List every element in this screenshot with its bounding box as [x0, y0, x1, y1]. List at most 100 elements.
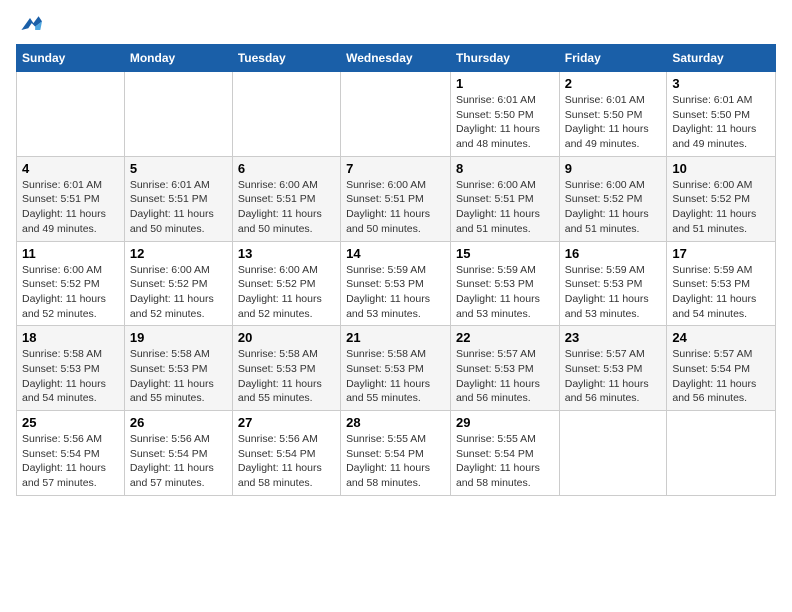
- day-number: 19: [130, 330, 227, 345]
- day-number: 5: [130, 161, 227, 176]
- day-number: 2: [565, 76, 662, 91]
- day-info: Sunrise: 6:01 AM Sunset: 5:50 PM Dayligh…: [565, 93, 662, 152]
- calendar-cell: [559, 411, 667, 496]
- day-number: 26: [130, 415, 227, 430]
- day-info: Sunrise: 5:59 AM Sunset: 5:53 PM Dayligh…: [672, 263, 770, 322]
- top-bar: [16, 16, 776, 36]
- calendar-cell: 29 Sunrise: 5:55 AM Sunset: 5:54 PM Dayli…: [450, 411, 559, 496]
- day-info: Sunrise: 5:57 AM Sunset: 5:53 PM Dayligh…: [565, 347, 662, 406]
- day-number: 28: [346, 415, 445, 430]
- day-info: Sunrise: 6:00 AM Sunset: 5:52 PM Dayligh…: [22, 263, 119, 322]
- day-number: 17: [672, 246, 770, 261]
- calendar-week-row: 11 Sunrise: 6:00 AM Sunset: 5:52 PM Dayli…: [17, 241, 776, 326]
- calendar-cell: 14 Sunrise: 5:59 AM Sunset: 5:53 PM Dayli…: [341, 241, 451, 326]
- calendar-cell: 3Sunrise: 6:01 AM Sunset: 5:50 PM Daylig…: [667, 72, 776, 157]
- day-number: 4: [22, 161, 119, 176]
- calendar-cell: 22Sunrise: 5:57 AM Sunset: 5:53 PM Dayli…: [450, 326, 559, 411]
- calendar-week-row: 25 Sunrise: 5:56 AM Sunset: 5:54 PM Dayli…: [17, 411, 776, 496]
- day-info: Sunrise: 5:56 AM Sunset: 5:54 PM Dayligh…: [130, 432, 227, 491]
- calendar-table: SundayMondayTuesdayWednesdayThursdayFrid…: [16, 44, 776, 496]
- day-info: Sunrise: 6:00 AM Sunset: 5:51 PM Dayligh…: [238, 178, 335, 237]
- day-number: 7: [346, 161, 445, 176]
- day-number: 9: [565, 161, 662, 176]
- calendar-cell: 10 Sunrise: 6:00 AM Sunset: 5:52 PM Dayli…: [667, 156, 776, 241]
- calendar-cell: 26 Sunrise: 5:56 AM Sunset: 5:54 PM Dayli…: [124, 411, 232, 496]
- day-number: 15: [456, 246, 554, 261]
- calendar-cell: 12 Sunrise: 6:00 AM Sunset: 5:52 PM Dayli…: [124, 241, 232, 326]
- column-header-monday: Monday: [124, 45, 232, 72]
- calendar-cell: 4 Sunrise: 6:01 AM Sunset: 5:51 PM Daylig…: [17, 156, 125, 241]
- column-header-wednesday: Wednesday: [341, 45, 451, 72]
- day-number: 29: [456, 415, 554, 430]
- day-info: Sunrise: 6:00 AM Sunset: 5:52 PM Dayligh…: [238, 263, 335, 322]
- day-info: Sunrise: 5:56 AM Sunset: 5:54 PM Dayligh…: [238, 432, 335, 491]
- calendar-cell: 5 Sunrise: 6:01 AM Sunset: 5:51 PM Daylig…: [124, 156, 232, 241]
- day-number: 11: [22, 246, 119, 261]
- calendar-cell: 2 Sunrise: 6:01 AM Sunset: 5:50 PM Daylig…: [559, 72, 667, 157]
- day-number: 21: [346, 330, 445, 345]
- calendar-cell: [341, 72, 451, 157]
- day-info: Sunrise: 5:57 AM Sunset: 5:53 PM Dayligh…: [456, 347, 554, 406]
- day-number: 25: [22, 415, 119, 430]
- day-info: Sunrise: 5:55 AM Sunset: 5:54 PM Dayligh…: [346, 432, 445, 491]
- logo-bird-icon: [18, 14, 42, 34]
- column-header-saturday: Saturday: [667, 45, 776, 72]
- day-info: Sunrise: 6:01 AM Sunset: 5:51 PM Dayligh…: [22, 178, 119, 237]
- calendar-cell: 28 Sunrise: 5:55 AM Sunset: 5:54 PM Dayli…: [341, 411, 451, 496]
- calendar-cell: 18Sunrise: 5:58 AM Sunset: 5:53 PM Dayli…: [17, 326, 125, 411]
- day-number: 1: [456, 76, 554, 91]
- day-info: Sunrise: 5:56 AM Sunset: 5:54 PM Dayligh…: [22, 432, 119, 491]
- calendar-header-row: SundayMondayTuesdayWednesdayThursdayFrid…: [17, 45, 776, 72]
- calendar-cell: 9 Sunrise: 6:00 AM Sunset: 5:52 PM Daylig…: [559, 156, 667, 241]
- day-number: 14: [346, 246, 445, 261]
- calendar-cell: 8 Sunrise: 6:00 AM Sunset: 5:51 PM Daylig…: [450, 156, 559, 241]
- calendar-cell: [124, 72, 232, 157]
- day-info: Sunrise: 6:00 AM Sunset: 5:52 PM Dayligh…: [672, 178, 770, 237]
- calendar-cell: 25 Sunrise: 5:56 AM Sunset: 5:54 PM Dayli…: [17, 411, 125, 496]
- day-number: 6: [238, 161, 335, 176]
- calendar-cell: 27Sunrise: 5:56 AM Sunset: 5:54 PM Dayli…: [232, 411, 340, 496]
- day-number: 8: [456, 161, 554, 176]
- day-info: Sunrise: 6:00 AM Sunset: 5:52 PM Dayligh…: [130, 263, 227, 322]
- day-info: Sunrise: 5:58 AM Sunset: 5:53 PM Dayligh…: [238, 347, 335, 406]
- day-info: Sunrise: 5:58 AM Sunset: 5:53 PM Dayligh…: [130, 347, 227, 406]
- day-info: Sunrise: 5:57 AM Sunset: 5:54 PM Dayligh…: [672, 347, 770, 406]
- calendar-week-row: 18Sunrise: 5:58 AM Sunset: 5:53 PM Dayli…: [17, 326, 776, 411]
- calendar-cell: 7 Sunrise: 6:00 AM Sunset: 5:51 PM Daylig…: [341, 156, 451, 241]
- calendar-cell: [17, 72, 125, 157]
- day-number: 12: [130, 246, 227, 261]
- logo: [16, 16, 42, 32]
- day-info: Sunrise: 5:59 AM Sunset: 5:53 PM Dayligh…: [456, 263, 554, 322]
- calendar-cell: 6 Sunrise: 6:00 AM Sunset: 5:51 PM Daylig…: [232, 156, 340, 241]
- day-info: Sunrise: 6:01 AM Sunset: 5:51 PM Dayligh…: [130, 178, 227, 237]
- calendar-week-row: 4 Sunrise: 6:01 AM Sunset: 5:51 PM Daylig…: [17, 156, 776, 241]
- calendar-cell: 20 Sunrise: 5:58 AM Sunset: 5:53 PM Dayli…: [232, 326, 340, 411]
- day-info: Sunrise: 6:00 AM Sunset: 5:51 PM Dayligh…: [456, 178, 554, 237]
- calendar-body: 1 Sunrise: 6:01 AM Sunset: 5:50 PM Daylig…: [17, 72, 776, 496]
- column-header-thursday: Thursday: [450, 45, 559, 72]
- day-number: 23: [565, 330, 662, 345]
- day-info: Sunrise: 6:00 AM Sunset: 5:51 PM Dayligh…: [346, 178, 445, 237]
- calendar-cell: 19 Sunrise: 5:58 AM Sunset: 5:53 PM Dayli…: [124, 326, 232, 411]
- column-header-friday: Friday: [559, 45, 667, 72]
- day-info: Sunrise: 6:00 AM Sunset: 5:52 PM Dayligh…: [565, 178, 662, 237]
- day-info: Sunrise: 5:55 AM Sunset: 5:54 PM Dayligh…: [456, 432, 554, 491]
- calendar-cell: 1 Sunrise: 6:01 AM Sunset: 5:50 PM Daylig…: [450, 72, 559, 157]
- calendar-cell: 21 Sunrise: 5:58 AM Sunset: 5:53 PM Dayli…: [341, 326, 451, 411]
- day-info: Sunrise: 5:58 AM Sunset: 5:53 PM Dayligh…: [22, 347, 119, 406]
- calendar-cell: 16 Sunrise: 5:59 AM Sunset: 5:53 PM Dayli…: [559, 241, 667, 326]
- calendar-cell: 11 Sunrise: 6:00 AM Sunset: 5:52 PM Dayli…: [17, 241, 125, 326]
- calendar-cell: 15 Sunrise: 5:59 AM Sunset: 5:53 PM Dayli…: [450, 241, 559, 326]
- day-number: 16: [565, 246, 662, 261]
- day-number: 20: [238, 330, 335, 345]
- day-info: Sunrise: 5:59 AM Sunset: 5:53 PM Dayligh…: [346, 263, 445, 322]
- day-info: Sunrise: 6:01 AM Sunset: 5:50 PM Dayligh…: [456, 93, 554, 152]
- day-info: Sunrise: 5:58 AM Sunset: 5:53 PM Dayligh…: [346, 347, 445, 406]
- day-number: 10: [672, 161, 770, 176]
- day-info: Sunrise: 5:59 AM Sunset: 5:53 PM Dayligh…: [565, 263, 662, 322]
- calendar-cell: 24Sunrise: 5:57 AM Sunset: 5:54 PM Dayli…: [667, 326, 776, 411]
- day-info: Sunrise: 6:01 AM Sunset: 5:50 PM Dayligh…: [672, 93, 770, 152]
- column-header-tuesday: Tuesday: [232, 45, 340, 72]
- calendar-cell: 13Sunrise: 6:00 AM Sunset: 5:52 PM Dayli…: [232, 241, 340, 326]
- calendar-cell: 23 Sunrise: 5:57 AM Sunset: 5:53 PM Dayli…: [559, 326, 667, 411]
